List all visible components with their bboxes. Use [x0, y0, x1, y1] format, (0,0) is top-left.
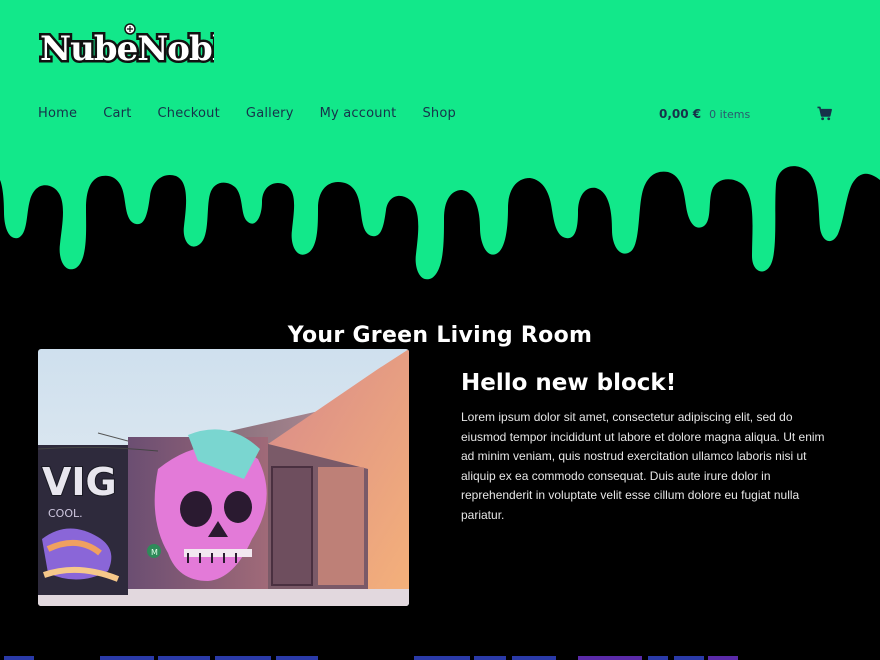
bottom-gallery-strip: [0, 654, 880, 660]
nav-checkout[interactable]: Checkout: [158, 104, 220, 124]
page: NubeNoble Home Cart Checkout Gallery My …: [0, 0, 880, 660]
logo-wordmark: NubeNoble: [38, 23, 214, 72]
nav-cart[interactable]: Cart: [103, 104, 131, 124]
cart-total: 0,00 €: [659, 107, 702, 121]
nav-gallery[interactable]: Gallery: [246, 104, 294, 124]
shopping-cart-icon[interactable]: [817, 106, 832, 121]
nav-home[interactable]: Home: [38, 104, 77, 124]
main-nav: Home Cart Checkout Gallery My account Sh…: [38, 104, 482, 124]
site-logo[interactable]: NubeNoble: [38, 22, 214, 72]
svg-text:VIG: VIG: [42, 460, 117, 504]
svg-text:NubeNoble: NubeNoble: [40, 29, 214, 69]
site-header: NubeNoble Home Cart Checkout Gallery My …: [0, 0, 880, 160]
nav-shop[interactable]: Shop: [422, 104, 456, 124]
nav-my-account[interactable]: My account: [320, 104, 397, 124]
slime-drip-decoration: [0, 150, 880, 290]
section-title: Your Green Living Room: [287, 323, 593, 349]
block-heading: Hello new block!: [461, 370, 677, 396]
svg-text:COOL.: COOL.: [48, 507, 83, 520]
block-paragraph: Lorem ipsum dolor sit amet, consectetur …: [461, 410, 825, 522]
graffiti-photo: VIG COOL. M: [38, 349, 409, 606]
cart-count: 0 items: [709, 107, 751, 121]
cart-summary[interactable]: 0,00 € 0 items: [659, 104, 750, 124]
svg-text:M: M: [151, 548, 158, 557]
graffiti-image: VIG COOL. M: [38, 349, 409, 606]
